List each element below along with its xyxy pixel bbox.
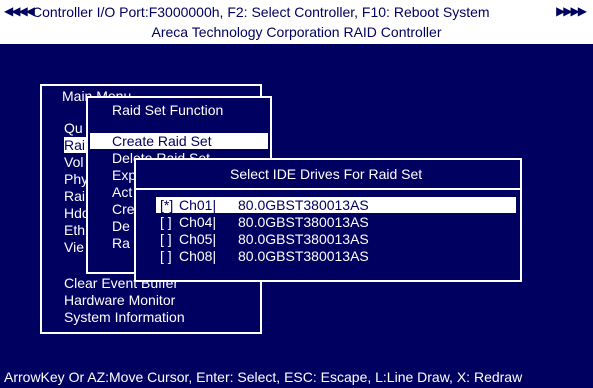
main-menu-item-ethernet[interactable]: Eth (64, 222, 85, 238)
drive-channel: Ch08| (179, 248, 217, 264)
drive-channel: Ch05| (179, 231, 217, 247)
main-menu-item-volume[interactable]: Vol (64, 154, 83, 170)
main-menu-item-hardware-monitor[interactable]: Hardware Monitor (64, 292, 175, 308)
drive-model: 80.0GBST380013AS (238, 248, 369, 264)
status-bar: ArrowKey Or AZ:Move Cursor, Enter: Selec… (4, 369, 523, 385)
right-arrows-icon: ▶▶▶▶ (556, 4, 587, 18)
raid-menu-item-create-raid-set[interactable]: Create Raid Set (90, 133, 268, 149)
drive-checkbox: [ ] (160, 231, 172, 247)
raid-menu-title: Raid Set Function (112, 102, 224, 118)
dialog-divider (136, 188, 520, 190)
raid-menu-item-delete-hot-spare[interactable]: De (112, 218, 130, 234)
controller-subtitle: Areca Technology Corporation RAID Contro… (151, 24, 442, 40)
main-menu-item-system-information[interactable]: System Information (64, 309, 185, 325)
drive-model: 80.0GBST380013AS (238, 197, 369, 213)
drive-row[interactable]: [*] Ch01| 80.0GBST380013AS (156, 197, 516, 213)
raid-menu-item-expand[interactable]: Exp (112, 167, 136, 183)
title-text: Controller I/O Port:F3000000h, F2: Selec… (32, 4, 490, 20)
main-menu-item-physical[interactable]: Phy (64, 171, 88, 187)
title-bar: ◀◀◀◀ Controller I/O Port:F3000000h, F2: … (0, 0, 593, 44)
left-arrows-icon: ◀◀◀◀ (4, 4, 35, 18)
raid-menu-item-raid-set-info[interactable]: Ra (112, 235, 130, 251)
select-drives-dialog: Select IDE Drives For Raid Set [*] Ch01|… (134, 158, 522, 282)
drive-channel: Ch01| (179, 197, 217, 213)
drive-checkbox: [*] (160, 197, 174, 213)
drive-row[interactable]: [ ] Ch08| 80.0GBST380013AS (156, 248, 516, 264)
drive-dialog-title: Select IDE Drives For Raid Set (230, 166, 423, 182)
drive-row[interactable]: [ ] Ch04| 80.0GBST380013AS (156, 214, 516, 230)
main-menu-item-quick[interactable]: Qu (64, 120, 83, 136)
drive-model: 80.0GBST380013AS (238, 214, 369, 230)
drive-checkbox: [ ] (160, 214, 172, 230)
drive-row[interactable]: [ ] Ch05| 80.0GBST380013AS (156, 231, 516, 247)
drive-channel: Ch04| (179, 214, 217, 230)
main-menu-item-raid-system[interactable]: Rai (64, 188, 85, 204)
raid-menu-item-activate[interactable]: Act (112, 184, 132, 200)
raid-menu-item-create-hot-spare[interactable]: Cre (112, 201, 135, 217)
drive-checkbox: [ ] (160, 248, 172, 264)
title-line: ◀◀◀◀ Controller I/O Port:F3000000h, F2: … (0, 4, 593, 22)
bios-screen: ◀◀◀◀ Controller I/O Port:F3000000h, F2: … (0, 0, 593, 388)
main-menu-item-view-events[interactable]: Vie (64, 239, 84, 255)
drive-model: 80.0GBST380013AS (238, 231, 369, 247)
